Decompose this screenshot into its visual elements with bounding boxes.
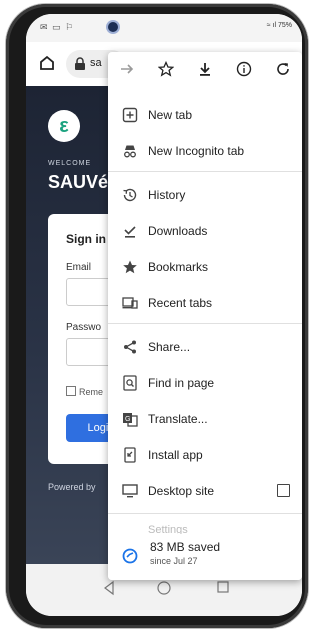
menu-item-label: Downloads	[148, 224, 208, 238]
recent-tabs-icon	[122, 295, 138, 311]
refresh-icon[interactable]	[263, 52, 302, 86]
powered-by: Powered by	[48, 482, 96, 492]
camera-icon	[108, 22, 118, 32]
menu-item-label: Translate...	[148, 412, 208, 426]
menu-item-label: New tab	[148, 108, 193, 122]
chrome-overflow-menu: New tab New Incognito tab History Downlo…	[108, 52, 302, 580]
back-nav-icon[interactable]	[102, 580, 116, 601]
status-icons: ≈ ıl 75%	[266, 22, 292, 29]
forward-icon[interactable]	[108, 52, 147, 86]
menu-item-history[interactable]: History	[108, 177, 302, 213]
status-bar: ✉ ▭ ⚐ ≈ ıl 75%	[26, 14, 302, 42]
bookmarks-icon	[122, 259, 138, 275]
brand-title: SAUVé	[48, 172, 109, 192]
url-text: sa	[90, 57, 102, 69]
menu-item-translate[interactable]: G Translate...	[108, 401, 302, 437]
lock-icon	[74, 57, 86, 76]
menu-divider	[108, 323, 302, 324]
history-icon	[122, 187, 138, 203]
data-saver-summary[interactable]: 83 MB saved since Jul 27	[108, 534, 302, 580]
home-nav-icon[interactable]	[156, 580, 172, 601]
menu-item-recent-tabs[interactable]: Recent tabs	[108, 285, 302, 321]
menu-item-bookmarks[interactable]: Bookmarks	[108, 249, 302, 285]
menu-item-desktop-site[interactable]: Desktop site	[108, 473, 302, 509]
menu-item-new-tab[interactable]: New tab	[108, 97, 302, 133]
downloads-icon	[122, 223, 138, 239]
menu-item-label: Install app	[148, 448, 203, 462]
email-label: Email	[66, 262, 92, 273]
menu-item-label: Recent tabs	[148, 296, 213, 310]
data-saver-icon	[122, 548, 138, 569]
desktop-icon	[122, 483, 138, 499]
menu-item-label: Share...	[148, 340, 191, 354]
menu-item-label: History	[148, 188, 186, 202]
incognito-icon	[122, 143, 138, 159]
welcome-label: WELCOME	[48, 160, 92, 167]
menu-item-label: Find in page	[148, 376, 215, 390]
data-saved-amount: 83 MB saved	[150, 540, 221, 554]
remember-checkbox[interactable]: Reme	[66, 386, 103, 397]
menu-item-share[interactable]: Share...	[108, 329, 302, 365]
home-icon[interactable]	[38, 54, 56, 77]
menu-action-row	[108, 52, 302, 86]
notification-icons: ✉ ▭ ⚐	[40, 22, 75, 32]
screen: ✉ ▭ ⚐ ≈ ıl 75% sa ε WELCOME SAUVé Sign i…	[26, 14, 302, 616]
recents-nav-icon[interactable]	[216, 580, 230, 599]
password-label: Passwo	[66, 322, 102, 333]
menu-item-downloads[interactable]: Downloads	[108, 213, 302, 249]
install-app-icon	[122, 447, 138, 463]
site-logo: ε	[48, 110, 80, 142]
svg-text:G: G	[125, 416, 130, 423]
menu-divider	[108, 513, 302, 514]
data-saved-since: since Jul 27	[150, 556, 198, 566]
menu-item-label: Bookmarks	[148, 260, 209, 274]
desktop-site-checkbox[interactable]	[277, 484, 290, 497]
menu-item-label: New Incognito tab	[148, 144, 245, 158]
menu-item-install-app[interactable]: Install app	[108, 437, 302, 473]
download-icon[interactable]	[186, 52, 225, 86]
star-icon[interactable]	[147, 52, 186, 86]
info-icon[interactable]	[224, 52, 263, 86]
remember-label: Reme	[79, 387, 104, 397]
find-icon	[122, 375, 138, 391]
menu-item-label: Desktop site	[148, 484, 215, 498]
share-icon	[122, 339, 138, 355]
new-tab-icon	[122, 107, 138, 123]
menu-divider	[108, 171, 302, 172]
phone-frame: ✉ ▭ ⚐ ≈ ıl 75% sa ε WELCOME SAUVé Sign i…	[6, 4, 308, 628]
menu-item-find-in-page[interactable]: Find in page	[108, 365, 302, 401]
signin-heading: Sign in	[66, 232, 106, 246]
menu-item-incognito[interactable]: New Incognito tab	[108, 133, 302, 169]
translate-icon: G	[122, 411, 138, 427]
